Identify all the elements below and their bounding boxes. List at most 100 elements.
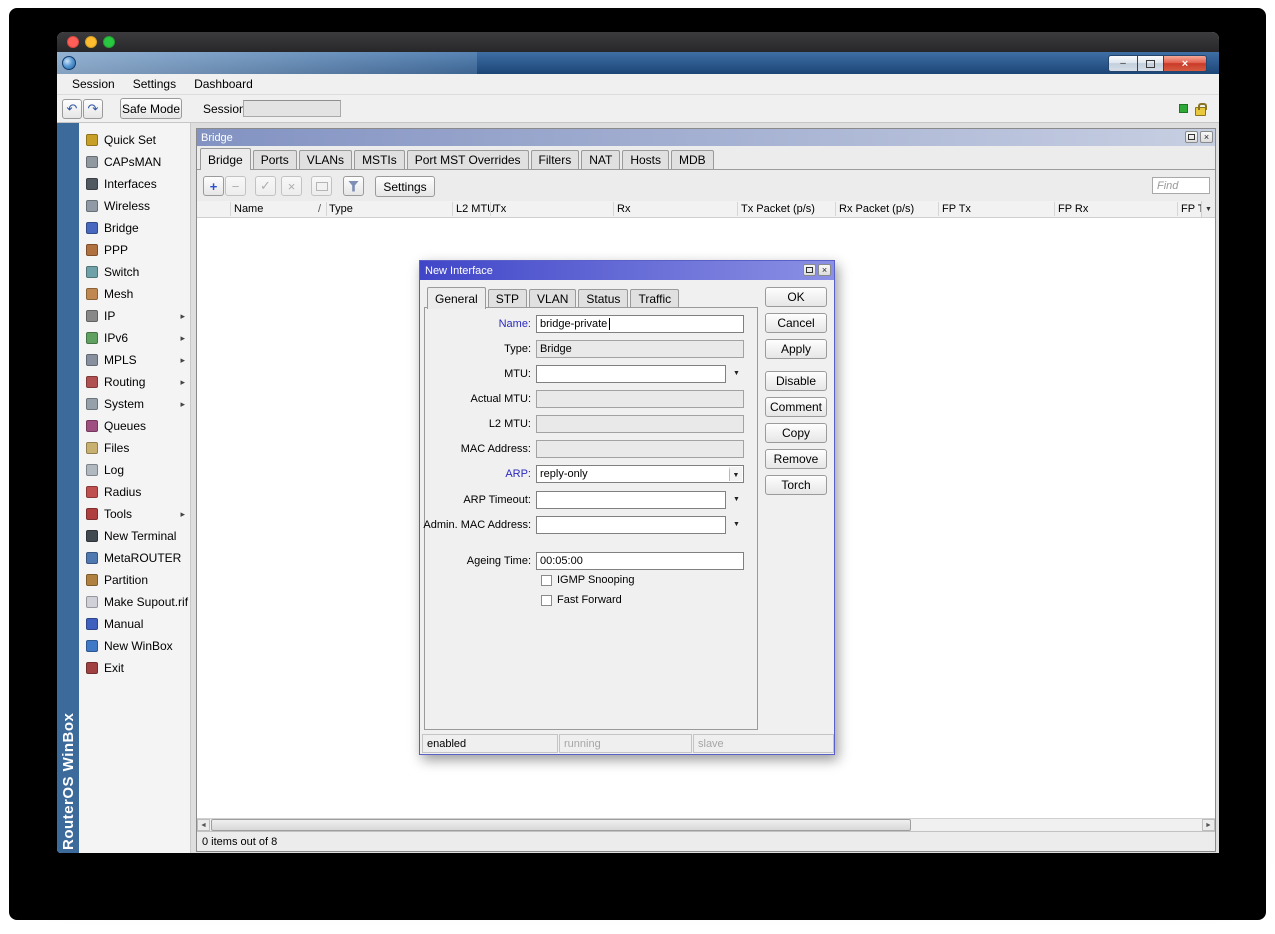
close-button[interactable]: × [1164, 55, 1207, 72]
sidebar-item-switch[interactable]: Switch [79, 261, 190, 283]
sidebar-item-new-terminal[interactable]: New Terminal [79, 525, 190, 547]
column-header-tx[interactable]: Tx [494, 203, 506, 215]
tab-mdb[interactable]: MDB [671, 150, 714, 169]
ageing-time-field[interactable]: 00:05:00 [536, 552, 744, 570]
apply-button[interactable]: Apply [765, 339, 827, 359]
tab-bridge[interactable]: Bridge [200, 148, 251, 170]
sidebar-item-ppp[interactable]: PPP [79, 239, 190, 261]
column-header-fp-rx[interactable]: FP Rx [1058, 203, 1088, 215]
traffic-light-zoom-icon[interactable] [103, 36, 115, 48]
tab-nat[interactable]: NAT [581, 150, 620, 169]
redo-button[interactable]: ↷ [83, 99, 103, 119]
sidebar-item-capsman[interactable]: CAPsMAN [79, 151, 190, 173]
tab-vlans[interactable]: VLANs [299, 150, 352, 169]
scrollbar-thumb[interactable] [211, 819, 911, 831]
menu-session[interactable]: Session [63, 74, 124, 94]
menu-settings[interactable]: Settings [124, 74, 185, 94]
minimize-button[interactable]: – [1108, 55, 1137, 72]
sidebar-item-tools[interactable]: Tools▸ [79, 503, 190, 525]
comment-button-toolbar[interactable] [311, 176, 332, 196]
sidebar-item-partition[interactable]: Partition [79, 569, 190, 591]
traffic-light-close-icon[interactable] [67, 36, 79, 48]
arp-field[interactable]: reply-only▼ [536, 465, 744, 483]
menu-dashboard[interactable]: Dashboard [185, 74, 262, 94]
disable-button-toolbar[interactable]: × [281, 176, 302, 196]
comment-button[interactable]: Comment [765, 397, 827, 417]
sidebar-item-wireless[interactable]: Wireless [79, 195, 190, 217]
column-chooser-button[interactable]: ▼ [1201, 201, 1215, 217]
tab-status[interactable]: Status [578, 289, 628, 308]
tab-mstis[interactable]: MSTIs [354, 150, 405, 169]
remove-button[interactable]: − [225, 176, 246, 196]
sidebar-item-interfaces[interactable]: Interfaces [79, 173, 190, 195]
sidebar-item-quick-set[interactable]: Quick Set [79, 129, 190, 151]
fast-forward-checkbox[interactable] [541, 595, 552, 606]
sidebar-item-new-winbox[interactable]: New WinBox [79, 635, 190, 657]
sidebar-item-log[interactable]: Log [79, 459, 190, 481]
filter-button[interactable] [343, 176, 364, 196]
traffic-light-minimize-icon[interactable] [85, 36, 97, 48]
column-header-type[interactable]: Type [329, 203, 353, 215]
bridge-restore-button[interactable] [1185, 131, 1198, 143]
column-header-rx[interactable]: Rx [617, 203, 630, 215]
sidebar-item-bridge[interactable]: Bridge [79, 217, 190, 239]
mtu-field[interactable] [536, 365, 726, 383]
scroll-right-button[interactable]: ► [1202, 819, 1215, 831]
sidebar-item-mesh[interactable]: Mesh [79, 283, 190, 305]
name-field[interactable]: bridge-private [536, 315, 744, 333]
remove-button-dialog[interactable]: Remove [765, 449, 827, 469]
arp-dropdown-arrow-icon[interactable]: ▼ [729, 467, 742, 481]
find-input[interactable]: Find [1152, 177, 1210, 194]
sidebar-item-exit[interactable]: Exit [79, 657, 190, 679]
column-header-fp-tx[interactable]: FP Tx [942, 203, 971, 215]
admin-mac-address-field[interactable] [536, 516, 726, 534]
sidebar-item-ipv6[interactable]: IPv6▸ [79, 327, 190, 349]
bridge-window-titlebar[interactable]: Bridge × [197, 129, 1215, 146]
safe-mode-button[interactable]: Safe Mode [120, 98, 182, 119]
sidebar-item-queues[interactable]: Queues [79, 415, 190, 437]
cancel-button[interactable]: Cancel [765, 313, 827, 333]
tab-general[interactable]: General [427, 287, 486, 309]
dialog-restore-button[interactable] [803, 264, 816, 276]
sidebar-item-mpls[interactable]: MPLS▸ [79, 349, 190, 371]
sidebar-item-ip[interactable]: IP▸ [79, 305, 190, 327]
dialog-close-button[interactable]: × [818, 264, 831, 276]
settings-button[interactable]: Settings [375, 176, 435, 197]
column-header-rx-packet[interactable]: Rx Packet (p/s) [839, 203, 914, 215]
bridge-close-button[interactable]: × [1200, 131, 1213, 143]
add-button[interactable]: + [203, 176, 224, 196]
maximize-button[interactable] [1137, 55, 1164, 72]
tab-stp[interactable]: STP [488, 289, 527, 308]
tab-filters[interactable]: Filters [531, 150, 580, 169]
arp-timeout-field[interactable] [536, 491, 726, 509]
copy-button[interactable]: Copy [765, 423, 827, 443]
dialog-titlebar[interactable]: New Interface × [420, 261, 834, 280]
tab-traffic[interactable]: Traffic [630, 289, 679, 308]
undo-button[interactable]: ↶ [62, 99, 82, 119]
disable-button[interactable]: Disable [765, 371, 827, 391]
tab-hosts[interactable]: Hosts [622, 150, 669, 169]
sidebar-item-manual[interactable]: Manual [79, 613, 190, 635]
sidebar-item-metarouter[interactable]: MetaROUTER [79, 547, 190, 569]
column-header-tx-packet[interactable]: Tx Packet (p/s) [741, 203, 815, 215]
field-value: 00:05:00 [540, 555, 583, 567]
sidebar-item-make-supout[interactable]: Make Supout.rif [79, 591, 190, 613]
sidebar-item-system[interactable]: System▸ [79, 393, 190, 415]
tab-vlan[interactable]: VLAN [529, 289, 576, 308]
mtu-dropdown-arrow-icon[interactable]: ▼ [729, 365, 744, 383]
sidebar-item-files[interactable]: Files [79, 437, 190, 459]
tab-ports[interactable]: Ports [253, 150, 297, 169]
torch-button[interactable]: Torch [765, 475, 827, 495]
session-input[interactable] [243, 100, 341, 117]
igmp-snooping-checkbox[interactable] [541, 575, 552, 586]
arp-timeout-dropdown-arrow-icon[interactable]: ▼ [729, 491, 744, 509]
ok-button[interactable]: OK [765, 287, 827, 307]
admin-mac-dropdown-arrow-icon[interactable]: ▼ [729, 516, 744, 534]
sidebar-item-routing[interactable]: Routing▸ [79, 371, 190, 393]
enable-button[interactable]: ✓ [255, 176, 276, 196]
sidebar-item-radius[interactable]: Radius [79, 481, 190, 503]
tab-port-mst-overrides[interactable]: Port MST Overrides [407, 150, 529, 169]
scroll-left-button[interactable]: ◄ [197, 819, 210, 831]
column-header-name[interactable]: Name [234, 203, 263, 215]
winbox-titlebar: – × [57, 52, 1219, 74]
